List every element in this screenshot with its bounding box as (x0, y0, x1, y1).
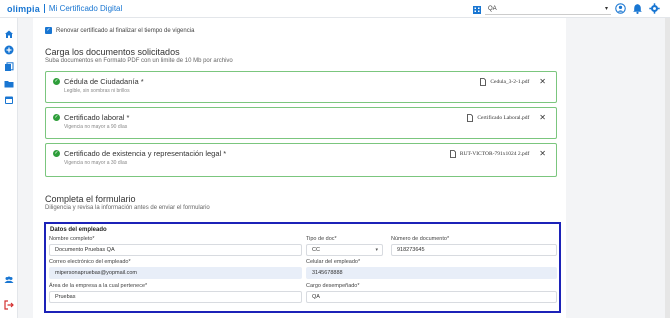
chevron-down-icon: ▾ (604, 6, 608, 12)
area-label: Área de la empresa a la cual pertenece* (49, 283, 148, 289)
area-field[interactable]: Pruebas (49, 291, 302, 303)
bell-icon[interactable] (632, 3, 643, 14)
file-icon (450, 150, 456, 158)
full-name-field[interactable]: Documento Pruebas QA (49, 244, 302, 256)
logout-icon[interactable] (4, 300, 14, 310)
olimpia-logo[interactable]: olimpia (7, 4, 40, 14)
account-icon[interactable] (615, 3, 626, 14)
building-icon (473, 6, 481, 14)
upload-section-subtitle: Suba documentos en Formato PDF con un li… (45, 58, 233, 64)
file-icon (467, 114, 474, 122)
document-card-existencia: ✓ Certificado de existencia y representa… (45, 143, 557, 177)
email-label: Correo electrónico del empleado* (49, 259, 131, 265)
employee-form: Datos del empleado Nombre completo* Docu… (44, 222, 561, 313)
documents-icon[interactable] (4, 62, 14, 72)
check-circle-icon: ✓ (53, 78, 60, 85)
group-icon[interactable] (4, 275, 14, 285)
email-field[interactable]: mipersonapruebas@yopmail.com (49, 267, 302, 279)
document-title: Certificado laboral * (64, 113, 130, 122)
check-circle-icon: ✓ (53, 150, 60, 157)
calendar-icon[interactable] (4, 95, 14, 105)
document-hint: Vigencia no mayor a 90 días (64, 124, 128, 130)
scrollbar[interactable] (665, 18, 670, 318)
doc-type-select[interactable]: CC ▾ (306, 244, 383, 256)
chevron-down-icon: ▾ (375, 247, 378, 253)
sidebar (0, 18, 18, 318)
document-card-laboral: ✓ Certificado laboral * Vigencia no mayo… (45, 107, 557, 139)
position-field[interactable]: QA (306, 291, 557, 303)
remove-file-button[interactable]: ✕ (539, 150, 546, 158)
doc-type-label: Tipo de doc* (306, 236, 337, 242)
document-file-name[interactable]: Certificado Laboral.pdf (477, 115, 529, 121)
document-hint: Vigencia no mayor a 30 días (64, 160, 128, 166)
document-file-name[interactable]: Cedula_3-2-1.pdf (490, 79, 529, 85)
document-file-name[interactable]: RUT-VICTOR-791x1024 2.pdf (460, 151, 529, 157)
home-icon[interactable] (4, 29, 14, 39)
right-gutter (566, 18, 670, 318)
remove-file-button[interactable]: ✕ (539, 78, 546, 86)
doc-type-value: CC (312, 247, 320, 253)
file-icon (480, 78, 487, 86)
form-section-subtitle: Diligencia y revisa la información antes… (45, 205, 210, 211)
phone-label: Celular del empleado* (306, 259, 361, 265)
tenant-select[interactable]: QA ▾ (485, 3, 611, 15)
document-title: Cédula de Ciudadanía * (64, 77, 144, 86)
document-title: Certificado de existencia y representaci… (64, 149, 227, 158)
top-bar: olimpia Mi Certificado Digital QA ▾ (0, 0, 670, 18)
renew-checkbox[interactable]: ✓ (45, 27, 52, 34)
tenant-value: QA (488, 5, 497, 12)
renew-checkbox-row[interactable]: ✓ Renovar certificado al finalizar el ti… (45, 27, 194, 34)
add-circle-icon[interactable] (4, 45, 14, 55)
upload-section-title: Carga los documentos solicitados (45, 47, 180, 57)
main-content: ✓ Renovar certificado al finalizar el ti… (33, 18, 566, 318)
check-circle-icon: ✓ (53, 114, 60, 121)
employee-section-title: Datos del empleado (50, 227, 107, 233)
document-card-cedula: ✓ Cédula de Ciudadanía * Legible, sin so… (45, 71, 557, 103)
document-hint: Legible, sin sombras ni brillos (64, 88, 130, 94)
app-title: Mi Certificado Digital (48, 4, 123, 13)
form-section-title: Completa el formulario (45, 194, 136, 204)
remove-file-button[interactable]: ✕ (539, 114, 546, 122)
doc-number-field[interactable]: 918273645 (391, 244, 557, 256)
title-divider (43, 4, 45, 13)
renew-label: Renovar certificado al finalizar el tiem… (56, 27, 195, 34)
position-label: Cargo desempeñado* (306, 283, 360, 289)
full-name-label: Nombre completo* (49, 236, 95, 242)
gear-icon[interactable] (649, 3, 660, 14)
doc-number-label: Número de documento* (391, 236, 450, 242)
folder-icon[interactable] (4, 79, 14, 89)
phone-field[interactable]: 3145678888 (306, 267, 557, 279)
